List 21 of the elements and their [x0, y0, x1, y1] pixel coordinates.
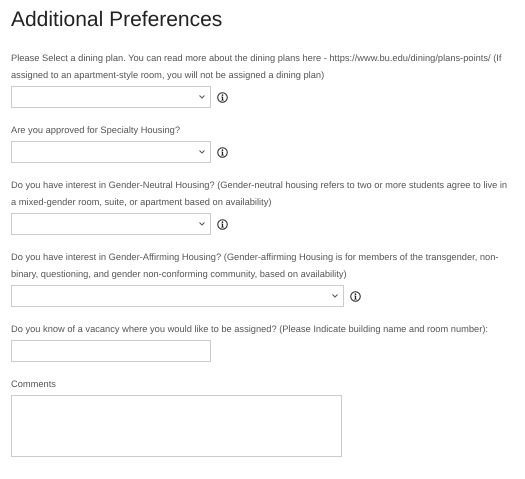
input-field[interactable] [11, 340, 211, 362]
question-label: Do you have interest in Gender-Affirming Housing? (Gender-affirming Housing is for members of the transgender, non-binary, questioning, and gender non-conforming community, based on availability) [11, 251, 500, 281]
info-icon[interactable] [217, 146, 228, 158]
comments-field[interactable] [11, 395, 342, 457]
select-field[interactable] [11, 285, 344, 307]
info-icon[interactable] [217, 218, 228, 230]
page-heading: Additional Preferences [11, 8, 224, 32]
caret-icon [332, 294, 338, 298]
select-field[interactable] [11, 86, 211, 108]
question-label: Do you know of a vacancy where you would like to be assigned? (Please Indicate building name and room number): [11, 323, 489, 336]
select-field[interactable] [11, 213, 211, 235]
info-icon[interactable] [350, 290, 361, 302]
caret-icon [199, 222, 205, 226]
caret-icon [199, 95, 205, 99]
select-field[interactable] [11, 141, 211, 163]
question-label: Do you have interest in Gender-Neutral Housing? (Gender-neutral housing refers to two or more students agree to live in a mixed-gender room, suite, or apartment based on availability) [11, 179, 508, 209]
caret-icon [199, 150, 205, 154]
question-label: Please Select a dining plan. You can read more about the dining plans here - https://www.bu.edu/dining/plans-points/ (If assigned to an apartment-style room, you will not be assigned a dining plan) [11, 52, 502, 82]
question-label: Comments [11, 378, 57, 391]
info-icon[interactable] [217, 92, 228, 102]
question-label: Are you approved for Specialty Housing? [11, 124, 181, 137]
